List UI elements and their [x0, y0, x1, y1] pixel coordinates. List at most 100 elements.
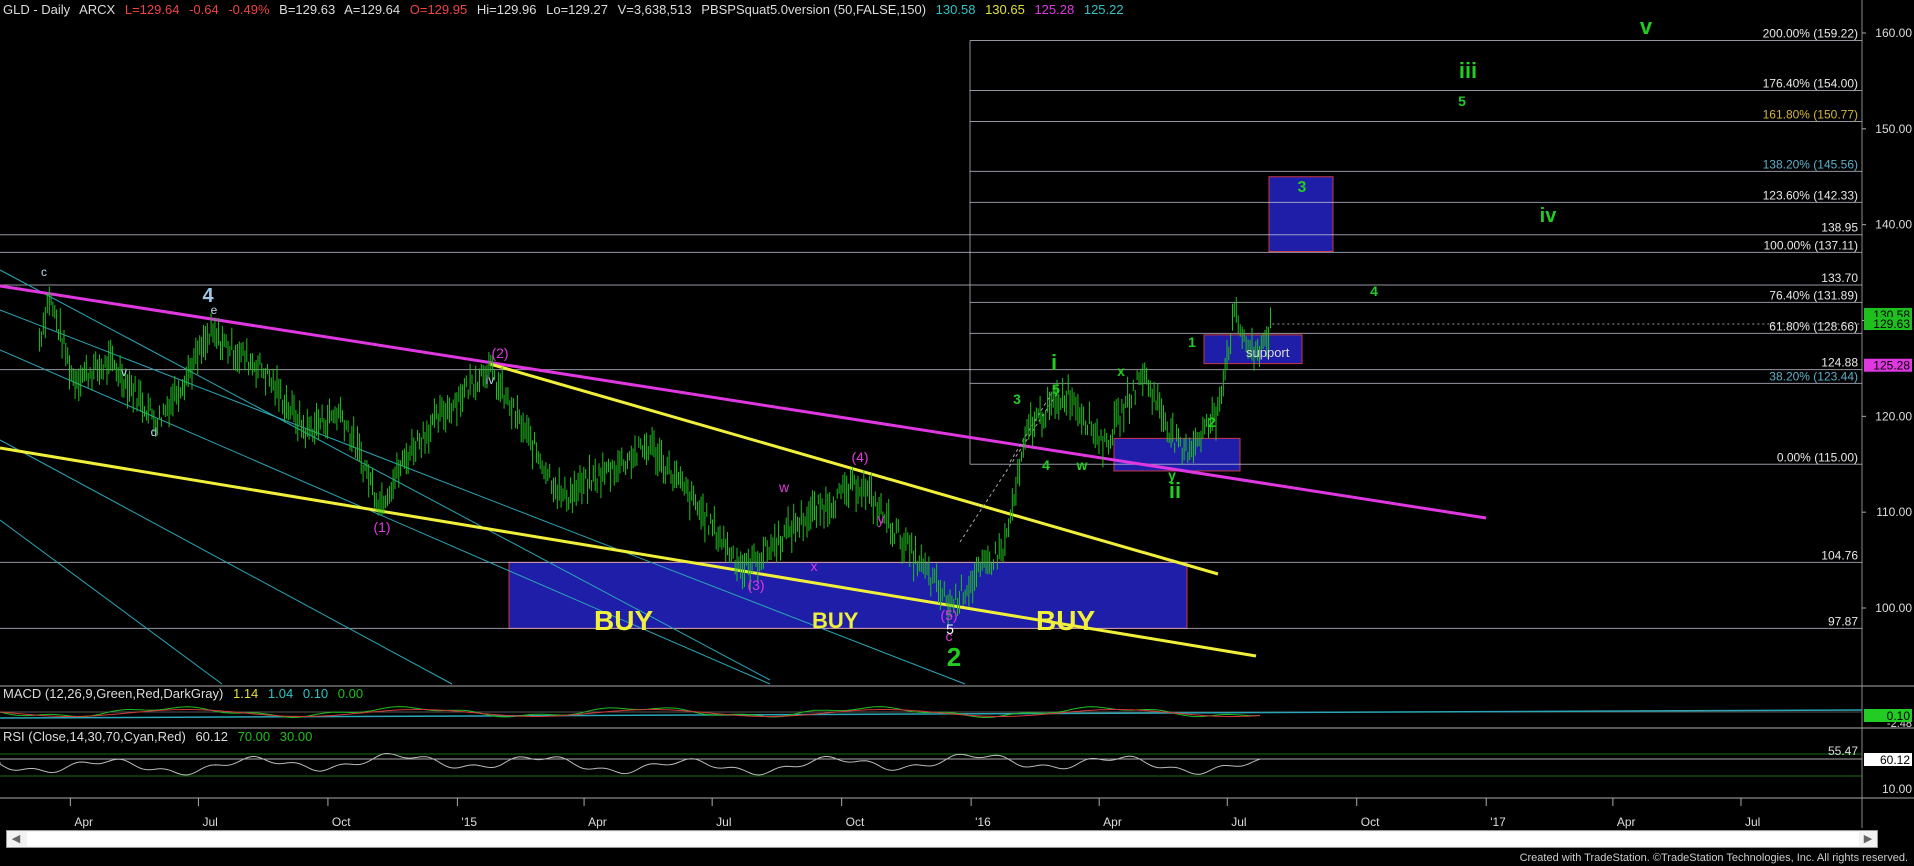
- price-tag-label: 125.28: [1873, 359, 1910, 373]
- macd-value-4: 0.00: [337, 686, 364, 701]
- x-tick-label: '15: [461, 815, 477, 829]
- rsi-title: RSI (Close,14,30,70,Cyan,Red): [3, 729, 186, 744]
- high: Hi=129.96: [476, 2, 537, 17]
- buy-label: BUY: [594, 605, 653, 636]
- wave-ii-zone-box: [1113, 437, 1241, 472]
- y-tick-label: 110.00: [1876, 505, 1912, 519]
- fib-level-label: 76.40% (131.89): [1769, 288, 1858, 302]
- wave-label-white: 5: [946, 621, 954, 637]
- wave-label-green: 3: [1298, 179, 1307, 196]
- fib-level-label: 104.76: [1821, 548, 1858, 562]
- wave-label-green: iii: [1459, 58, 1477, 83]
- change-pct: -0.49%: [228, 2, 270, 17]
- fib-level-label: 124.88: [1821, 356, 1858, 370]
- horizontal-scrollbar[interactable]: ◀ ▶: [6, 830, 1878, 848]
- open: O=129.95: [409, 2, 468, 17]
- macd-value-1: 1.14: [232, 686, 259, 701]
- x-tick-label: Oct: [846, 815, 865, 829]
- wave-label-green: 5: [1458, 93, 1466, 109]
- wave-label-cyan: iv: [486, 373, 495, 387]
- rsi-value-3: 30.00: [279, 729, 313, 744]
- rsi-tag-label: 60.12: [1880, 753, 1910, 767]
- x-tick-label: Apr: [1617, 815, 1636, 829]
- fib-level-label: 161.80% (150.77): [1763, 107, 1858, 121]
- x-tick-label: Jul: [1231, 815, 1246, 829]
- scroll-thumb[interactable]: [27, 832, 1859, 846]
- wave-label-magenta: (2): [491, 345, 508, 361]
- wave-label-green: 5: [1052, 381, 1060, 397]
- fib-level-label: 100.00% (137.11): [1763, 238, 1858, 252]
- y-tick-label: 160.00: [1875, 26, 1912, 40]
- cyan-channel-line: [0, 269, 771, 681]
- fib-level-label: 138.20% (145.56): [1763, 157, 1858, 171]
- fib-level-label: 97.87: [1828, 614, 1858, 628]
- y-tick-label: 100.00: [1875, 601, 1912, 615]
- symbol: GLD - Daily: [3, 2, 71, 17]
- macd-value-3: 0.10: [302, 686, 329, 701]
- rsi-header: RSI (Close,14,30,70,Cyan,Red) 60.12 70.0…: [3, 729, 318, 744]
- y-tick-label: 120.00: [1875, 409, 1912, 423]
- study-value-3: 125.28: [1034, 2, 1075, 17]
- support-label: support: [1246, 345, 1290, 360]
- cyan-channel-line: [0, 349, 771, 685]
- wave-label-magenta: x: [811, 558, 818, 574]
- x-tick-label: Oct: [332, 815, 351, 829]
- study-value-2: 130.65: [985, 2, 1025, 17]
- x-tick-label: Jul: [1745, 815, 1760, 829]
- fib-level-label: 61.80% (128.66): [1769, 319, 1858, 333]
- wave-label-green: 2: [1208, 414, 1216, 430]
- rsi-line: [0, 752, 1261, 776]
- wave-label-green: 4: [1042, 457, 1050, 473]
- macd-tag-label: 0.10: [1887, 709, 1911, 723]
- exchange: ARCX: [79, 2, 116, 17]
- y-tick-label: 140.00: [1875, 218, 1912, 232]
- rsi-value-2: 70.00: [237, 729, 271, 744]
- wave-label-magenta: (4): [851, 449, 868, 465]
- volume: V=3,638,513: [617, 2, 692, 17]
- fib-level-label: 133.70: [1821, 271, 1858, 285]
- macd-header: MACD (12,26,9,Green,Red,DarkGray) 1.14 1…: [3, 686, 369, 701]
- wave-label-cyan: d: [151, 425, 158, 439]
- wave-label-magenta: y: [878, 511, 885, 527]
- x-tick-label: '16: [975, 815, 991, 829]
- wave-label-green: 1: [1188, 334, 1196, 350]
- y-tick-label: 150.00: [1875, 122, 1912, 136]
- rsi-axis-label: 10.00: [1882, 782, 1912, 796]
- x-tick-label: '17: [1490, 815, 1506, 829]
- fib-level-label: 176.40% (154.00): [1763, 77, 1858, 91]
- macd-title: MACD (12,26,9,Green,Red,DarkGray): [3, 686, 224, 701]
- wave-label-cyan: c: [41, 265, 47, 279]
- wave-label-green: i: [1051, 350, 1057, 375]
- rsi-level-label: 55.47: [1828, 744, 1858, 758]
- wave-label-magenta: (3): [747, 577, 764, 593]
- x-tick-label: Apr: [74, 815, 93, 829]
- study-value-1: 130.58: [935, 2, 976, 17]
- buy-label: BUY: [812, 608, 859, 633]
- wave-label-green: w: [1076, 457, 1088, 473]
- study-name: PBSPSquat5.0version (50,FALSE,150): [701, 2, 927, 17]
- change: -0.64: [189, 2, 219, 17]
- fib-level-label: 123.60% (142.33): [1763, 188, 1858, 202]
- scroll-right-icon[interactable]: ▶: [1860, 831, 1876, 847]
- wave-label-green: iv: [1540, 205, 1558, 227]
- wave-label-green: 4: [1370, 283, 1378, 299]
- chart-header: GLD - Daily ARCX L=129.64 -0.64 -0.49% B…: [3, 2, 1130, 17]
- wave-label-green: x: [1117, 363, 1125, 379]
- fib-level-label: 0.00% (115.00): [1777, 450, 1858, 464]
- x-tick-label: Oct: [1361, 815, 1380, 829]
- buy-label: BUY: [1036, 605, 1095, 636]
- x-tick-label: Jul: [716, 815, 731, 829]
- study-value-4: 125.22: [1083, 2, 1124, 17]
- macd-signal-line: [0, 709, 1863, 719]
- x-tick-label: Apr: [588, 815, 607, 829]
- magenta-trendline: [0, 284, 1487, 520]
- price-tag-label: 129.63: [1873, 317, 1910, 331]
- wave-label-magenta: w: [778, 479, 790, 495]
- scroll-left-icon[interactable]: ◀: [8, 831, 24, 847]
- wave-label-green: ii: [1169, 478, 1181, 503]
- fib-level-label: 138.95: [1821, 221, 1858, 235]
- x-tick-label: Jul: [202, 815, 217, 829]
- bid: B=129.63: [279, 2, 336, 17]
- wave-label-cyan: v: [121, 365, 127, 379]
- wave-label-green: 3: [1013, 391, 1021, 407]
